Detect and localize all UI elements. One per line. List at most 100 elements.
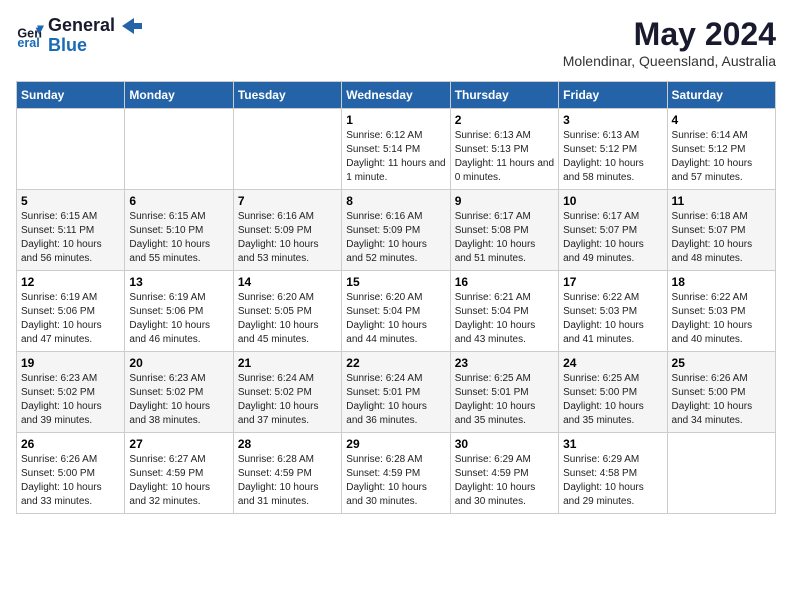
sunrise-text: Sunrise: 6:18 AM xyxy=(672,211,748,222)
calendar-cell: 21 Sunrise: 6:24 AM Sunset: 5:02 PM Dayl… xyxy=(233,352,341,433)
sunrise-text: Sunrise: 6:16 AM xyxy=(238,211,314,222)
day-number: 1 xyxy=(346,113,445,127)
sunset-text: Sunset: 5:00 PM xyxy=(21,468,95,479)
calendar-cell: 14 Sunrise: 6:20 AM Sunset: 5:05 PM Dayl… xyxy=(233,271,341,352)
logo: Gen eral General Blue xyxy=(16,16,142,56)
day-info: Sunrise: 6:19 AM Sunset: 5:06 PM Dayligh… xyxy=(21,291,120,347)
day-number: 4 xyxy=(672,113,771,127)
daylight-text: Daylight: 10 hours and 49 minutes. xyxy=(563,239,644,264)
day-info: Sunrise: 6:28 AM Sunset: 4:59 PM Dayligh… xyxy=(346,453,445,509)
daylight-text: Daylight: 10 hours and 29 minutes. xyxy=(563,482,644,507)
sunrise-text: Sunrise: 6:26 AM xyxy=(672,373,748,384)
sunrise-text: Sunrise: 6:13 AM xyxy=(455,130,531,141)
logo-arrow-icon xyxy=(122,18,142,34)
calendar-cell: 2 Sunrise: 6:13 AM Sunset: 5:13 PM Dayli… xyxy=(450,109,558,190)
day-info: Sunrise: 6:28 AM Sunset: 4:59 PM Dayligh… xyxy=(238,453,337,509)
svg-text:eral: eral xyxy=(17,36,39,50)
daylight-text: Daylight: 10 hours and 56 minutes. xyxy=(21,239,102,264)
sunset-text: Sunset: 5:11 PM xyxy=(21,225,94,236)
sunset-text: Sunset: 5:02 PM xyxy=(238,387,312,398)
sunset-text: Sunset: 5:07 PM xyxy=(672,225,746,236)
day-number: 14 xyxy=(238,275,337,289)
sunrise-text: Sunrise: 6:19 AM xyxy=(21,292,97,303)
calendar-cell: 15 Sunrise: 6:20 AM Sunset: 5:04 PM Dayl… xyxy=(342,271,450,352)
day-info: Sunrise: 6:15 AM Sunset: 5:10 PM Dayligh… xyxy=(129,210,228,266)
sunrise-text: Sunrise: 6:20 AM xyxy=(238,292,314,303)
day-info: Sunrise: 6:20 AM Sunset: 5:04 PM Dayligh… xyxy=(346,291,445,347)
sunrise-text: Sunrise: 6:19 AM xyxy=(129,292,205,303)
daylight-text: Daylight: 10 hours and 30 minutes. xyxy=(455,482,536,507)
sunrise-text: Sunrise: 6:12 AM xyxy=(346,130,422,141)
sunset-text: Sunset: 5:09 PM xyxy=(238,225,312,236)
day-number: 7 xyxy=(238,194,337,208)
day-number: 23 xyxy=(455,356,554,370)
daylight-text: Daylight: 10 hours and 35 minutes. xyxy=(455,401,536,426)
day-info: Sunrise: 6:15 AM Sunset: 5:11 PM Dayligh… xyxy=(21,210,120,266)
day-number: 21 xyxy=(238,356,337,370)
sunset-text: Sunset: 5:02 PM xyxy=(129,387,203,398)
sunset-text: Sunset: 5:13 PM xyxy=(455,144,529,155)
logo-icon: Gen eral xyxy=(16,22,44,50)
day-info: Sunrise: 6:23 AM Sunset: 5:02 PM Dayligh… xyxy=(129,372,228,428)
day-number: 3 xyxy=(563,113,662,127)
daylight-text: Daylight: 10 hours and 38 minutes. xyxy=(129,401,210,426)
day-info: Sunrise: 6:22 AM Sunset: 5:03 PM Dayligh… xyxy=(672,291,771,347)
sunrise-text: Sunrise: 6:16 AM xyxy=(346,211,422,222)
daylight-text: Daylight: 10 hours and 31 minutes. xyxy=(238,482,319,507)
day-info: Sunrise: 6:20 AM Sunset: 5:05 PM Dayligh… xyxy=(238,291,337,347)
day-info: Sunrise: 6:29 AM Sunset: 4:58 PM Dayligh… xyxy=(563,453,662,509)
day-number: 20 xyxy=(129,356,228,370)
sunrise-text: Sunrise: 6:28 AM xyxy=(238,454,314,465)
logo-general-text: General xyxy=(48,16,142,36)
day-info: Sunrise: 6:18 AM Sunset: 5:07 PM Dayligh… xyxy=(672,210,771,266)
daylight-text: Daylight: 10 hours and 58 minutes. xyxy=(563,158,644,183)
sunrise-text: Sunrise: 6:23 AM xyxy=(21,373,97,384)
daylight-text: Daylight: 10 hours and 45 minutes. xyxy=(238,320,319,345)
calendar-cell: 12 Sunrise: 6:19 AM Sunset: 5:06 PM Dayl… xyxy=(17,271,125,352)
daylight-text: Daylight: 10 hours and 51 minutes. xyxy=(455,239,536,264)
location-subtitle: Molendinar, Queensland, Australia xyxy=(563,53,776,69)
day-info: Sunrise: 6:24 AM Sunset: 5:01 PM Dayligh… xyxy=(346,372,445,428)
sunset-text: Sunset: 5:09 PM xyxy=(346,225,420,236)
day-number: 5 xyxy=(21,194,120,208)
sunrise-text: Sunrise: 6:22 AM xyxy=(672,292,748,303)
sunset-text: Sunset: 4:59 PM xyxy=(129,468,203,479)
sunset-text: Sunset: 5:03 PM xyxy=(672,306,746,317)
calendar-week-2: 5 Sunrise: 6:15 AM Sunset: 5:11 PM Dayli… xyxy=(17,190,776,271)
weekday-header-friday: Friday xyxy=(559,82,667,109)
calendar-cell: 3 Sunrise: 6:13 AM Sunset: 5:12 PM Dayli… xyxy=(559,109,667,190)
day-info: Sunrise: 6:17 AM Sunset: 5:08 PM Dayligh… xyxy=(455,210,554,266)
calendar-cell: 23 Sunrise: 6:25 AM Sunset: 5:01 PM Dayl… xyxy=(450,352,558,433)
day-number: 31 xyxy=(563,437,662,451)
day-number: 18 xyxy=(672,275,771,289)
calendar-cell: 16 Sunrise: 6:21 AM Sunset: 5:04 PM Dayl… xyxy=(450,271,558,352)
calendar-cell: 26 Sunrise: 6:26 AM Sunset: 5:00 PM Dayl… xyxy=(17,433,125,514)
day-number: 10 xyxy=(563,194,662,208)
day-info: Sunrise: 6:16 AM Sunset: 5:09 PM Dayligh… xyxy=(238,210,337,266)
daylight-text: Daylight: 10 hours and 57 minutes. xyxy=(672,158,753,183)
weekday-header-saturday: Saturday xyxy=(667,82,775,109)
daylight-text: Daylight: 10 hours and 41 minutes. xyxy=(563,320,644,345)
sunset-text: Sunset: 5:06 PM xyxy=(21,306,95,317)
sunrise-text: Sunrise: 6:24 AM xyxy=(346,373,422,384)
calendar-week-1: 1 Sunrise: 6:12 AM Sunset: 5:14 PM Dayli… xyxy=(17,109,776,190)
sunset-text: Sunset: 5:01 PM xyxy=(455,387,529,398)
sunset-text: Sunset: 5:00 PM xyxy=(672,387,746,398)
calendar-cell: 25 Sunrise: 6:26 AM Sunset: 5:00 PM Dayl… xyxy=(667,352,775,433)
sunrise-text: Sunrise: 6:23 AM xyxy=(129,373,205,384)
calendar-cell: 29 Sunrise: 6:28 AM Sunset: 4:59 PM Dayl… xyxy=(342,433,450,514)
day-info: Sunrise: 6:22 AM Sunset: 5:03 PM Dayligh… xyxy=(563,291,662,347)
daylight-text: Daylight: 10 hours and 48 minutes. xyxy=(672,239,753,264)
daylight-text: Daylight: 10 hours and 53 minutes. xyxy=(238,239,319,264)
sunrise-text: Sunrise: 6:17 AM xyxy=(563,211,639,222)
day-info: Sunrise: 6:13 AM Sunset: 5:12 PM Dayligh… xyxy=(563,129,662,185)
calendar-cell: 8 Sunrise: 6:16 AM Sunset: 5:09 PM Dayli… xyxy=(342,190,450,271)
calendar-cell: 27 Sunrise: 6:27 AM Sunset: 4:59 PM Dayl… xyxy=(125,433,233,514)
sunset-text: Sunset: 4:58 PM xyxy=(563,468,637,479)
day-number: 17 xyxy=(563,275,662,289)
day-number: 19 xyxy=(21,356,120,370)
sunrise-text: Sunrise: 6:15 AM xyxy=(21,211,97,222)
day-number: 25 xyxy=(672,356,771,370)
daylight-text: Daylight: 10 hours and 52 minutes. xyxy=(346,239,427,264)
day-number: 26 xyxy=(21,437,120,451)
